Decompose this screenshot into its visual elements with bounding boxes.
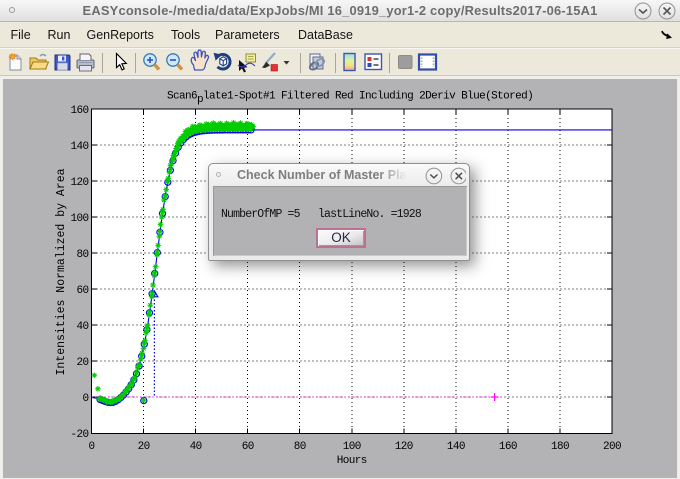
svg-text:160: 160 [70,105,88,117]
svg-text:40: 40 [190,441,202,453]
svg-text:180: 180 [551,441,569,453]
svg-text:0: 0 [88,441,94,453]
svg-text:80: 80 [76,249,88,261]
svg-text:Scan6plate1-Spot#1 Filtered Re: Scan6plate1-Spot#1 Filtered Red Includin… [167,91,533,107]
svg-text:200: 200 [603,441,621,453]
svg-text:60: 60 [242,441,254,453]
svg-text:120: 120 [70,177,88,189]
svg-text:Intensities Normalized by Area: Intensities Normalized by Area [55,168,68,375]
svg-text:100: 100 [343,441,361,453]
svg-text:40: 40 [76,321,88,333]
svg-text:0: 0 [82,393,88,405]
svg-text:Hours: Hours [337,455,367,467]
svg-text:140: 140 [70,141,88,153]
svg-text:100: 100 [70,213,88,225]
svg-text:160: 160 [499,441,517,453]
svg-text:20: 20 [76,357,88,369]
svg-text:80: 80 [294,441,306,453]
svg-text:60: 60 [76,285,88,297]
svg-text:120: 120 [395,441,413,453]
svg-text:-20: -20 [70,429,88,441]
svg-text:140: 140 [447,441,465,453]
svg-text:20: 20 [138,441,150,453]
